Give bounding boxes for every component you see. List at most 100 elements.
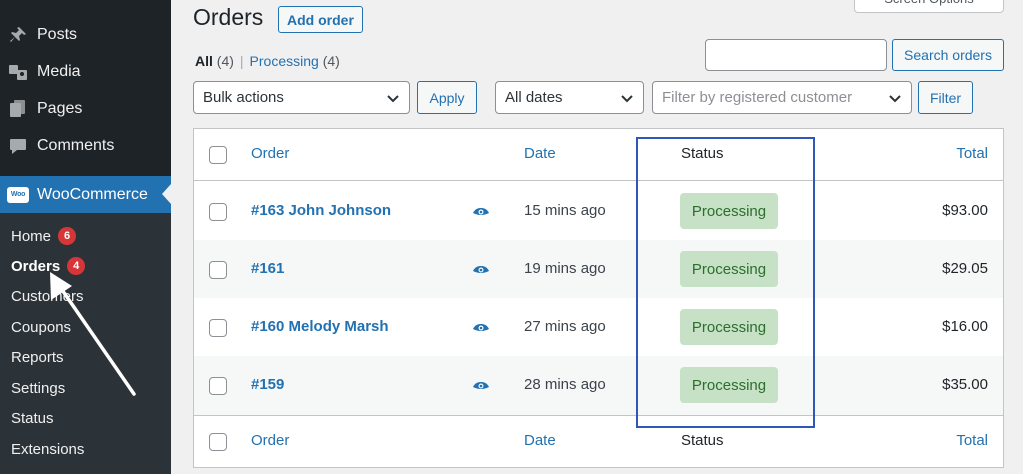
- pages-icon: [7, 98, 29, 120]
- column-status-header: Status: [681, 145, 724, 162]
- add-order-button[interactable]: Add order: [278, 6, 363, 33]
- eye-preview-icon[interactable]: [472, 323, 490, 335]
- chevron-down-icon: [387, 95, 399, 103]
- column-total-footer[interactable]: Total: [956, 432, 988, 449]
- bulk-actions-select[interactable]: Bulk actions: [193, 81, 410, 114]
- page-title: Orders: [193, 4, 264, 30]
- menu-label: Comments: [37, 136, 115, 154]
- submenu-label: Customers: [11, 287, 84, 305]
- row-checkbox[interactable]: [209, 203, 227, 221]
- submenu-label: Coupons: [11, 318, 72, 336]
- chevron-down-icon: [889, 95, 901, 103]
- bulk-actions-value: Bulk actions: [203, 89, 284, 106]
- search-orders-button[interactable]: Search orders: [892, 39, 1004, 71]
- column-date-footer[interactable]: Date: [524, 432, 556, 449]
- menu-item-comments[interactable]: Comments: [0, 127, 171, 164]
- table-row[interactable]: #163 John Johnson 15 mins ago Processing…: [194, 182, 1003, 240]
- menu-label: Media: [37, 62, 81, 80]
- submenu-item-orders[interactable]: Orders 4: [11, 255, 86, 277]
- filter-processing-link[interactable]: Processing (4): [250, 53, 340, 69]
- order-total: $35.00: [942, 376, 988, 393]
- submenu-item-settings[interactable]: Settings: [11, 377, 65, 399]
- row-checkbox[interactable]: [209, 377, 227, 395]
- status-badge: Processing: [680, 367, 778, 403]
- orders-count-badge: 4: [67, 257, 86, 275]
- order-link[interactable]: #163 John Johnson: [251, 202, 391, 219]
- eye-preview-icon[interactable]: [472, 381, 490, 393]
- submenu-item-extensions[interactable]: Extensions: [11, 438, 84, 460]
- dates-value: All dates: [505, 89, 563, 106]
- menu-item-woocommerce[interactable]: Woo WooCommerce: [0, 176, 171, 213]
- order-link[interactable]: #159: [251, 376, 284, 393]
- submenu-label: Extensions: [11, 440, 85, 458]
- woocommerce-submenu: Home 6 Orders 4 Customers Coupons Report…: [0, 213, 171, 474]
- filter-all-link[interactable]: All (4): [195, 53, 234, 69]
- eye-preview-icon[interactable]: [472, 265, 490, 277]
- submenu-item-reports[interactable]: Reports: [11, 346, 64, 368]
- submenu-item-home[interactable]: Home 6: [11, 225, 77, 247]
- orders-table: Order Date Status Total #163 John Johnso…: [193, 128, 1004, 468]
- filter-all-label: All: [195, 53, 213, 69]
- submenu-item-status[interactable]: Status: [11, 407, 54, 429]
- select-all-checkbox[interactable]: [209, 433, 227, 451]
- media-icon: [7, 61, 29, 83]
- customer-filter-select[interactable]: Filter by registered customer: [652, 81, 912, 114]
- filter-separator: |: [239, 53, 244, 69]
- column-status-footer: Status: [681, 432, 724, 449]
- menu-item-pages[interactable]: Pages: [0, 90, 171, 127]
- pin-icon: [7, 24, 29, 46]
- table-row[interactable]: #159 28 mins ago Processing $35.00: [194, 356, 1003, 415]
- menu-label: Pages: [37, 99, 83, 117]
- table-footer-row: Order Date Status Total: [194, 415, 1003, 467]
- order-date: 15 mins ago: [524, 202, 606, 219]
- order-date: 27 mins ago: [524, 318, 606, 335]
- filter-button[interactable]: Filter: [918, 81, 973, 114]
- filter-processing-label: Processing: [249, 53, 319, 69]
- menu-label: Posts: [37, 25, 78, 43]
- apply-button[interactable]: Apply: [417, 81, 477, 114]
- dates-select[interactable]: All dates: [495, 81, 644, 114]
- status-badge: Processing: [680, 251, 778, 287]
- submenu-item-customers[interactable]: Customers: [11, 285, 84, 307]
- submenu-item-coupons[interactable]: Coupons: [11, 316, 71, 338]
- submenu-label: Status: [11, 409, 54, 427]
- order-link[interactable]: #160 Melody Marsh: [251, 318, 389, 335]
- filter-processing-count: (4): [322, 53, 340, 69]
- comments-icon: [7, 135, 29, 157]
- menu-item-media[interactable]: Media: [0, 53, 171, 90]
- submenu-label: Settings: [11, 379, 66, 397]
- chevron-down-icon: [621, 95, 633, 103]
- submenu-label: Home: [11, 227, 52, 245]
- woocommerce-logo-icon: Woo: [7, 186, 29, 203]
- row-checkbox[interactable]: [209, 261, 227, 279]
- order-total: $16.00: [942, 318, 988, 335]
- menu-item-posts[interactable]: Posts: [0, 16, 171, 53]
- status-filter-links: All (4) | Processing (4): [195, 53, 340, 69]
- table-row[interactable]: #160 Melody Marsh 27 mins ago Processing…: [194, 298, 1003, 356]
- search-orders-input[interactable]: [705, 39, 887, 71]
- home-count-badge: 6: [58, 227, 77, 245]
- column-order-footer[interactable]: Order: [251, 432, 289, 449]
- column-total-header[interactable]: Total: [956, 145, 988, 162]
- order-total: $29.05: [942, 260, 988, 277]
- eye-preview-icon[interactable]: [472, 207, 490, 219]
- status-badge: Processing: [680, 309, 778, 345]
- status-badge: Processing: [680, 193, 778, 229]
- order-date: 19 mins ago: [524, 260, 606, 277]
- filter-all-count: (4): [216, 53, 234, 69]
- admin-sidebar: Posts Media Pages Comments Woo WooCommer…: [0, 0, 171, 474]
- submenu-label: Reports: [11, 348, 64, 366]
- select-all-checkbox[interactable]: [209, 146, 227, 164]
- column-date-header[interactable]: Date: [524, 145, 556, 162]
- screen-options-button[interactable]: Screen Options: [854, 0, 1004, 13]
- order-link[interactable]: #161: [251, 260, 284, 277]
- table-header-row: Order Date Status Total: [194, 129, 1003, 181]
- submenu-label: Orders: [11, 257, 61, 275]
- order-date: 28 mins ago: [524, 376, 606, 393]
- order-total: $93.00: [942, 202, 988, 219]
- customer-filter-placeholder: Filter by registered customer: [662, 89, 853, 106]
- table-row[interactable]: #161 19 mins ago Processing $29.05: [194, 240, 1003, 298]
- column-order-header[interactable]: Order: [251, 145, 289, 162]
- row-checkbox[interactable]: [209, 319, 227, 337]
- menu-label: WooCommerce: [37, 185, 148, 203]
